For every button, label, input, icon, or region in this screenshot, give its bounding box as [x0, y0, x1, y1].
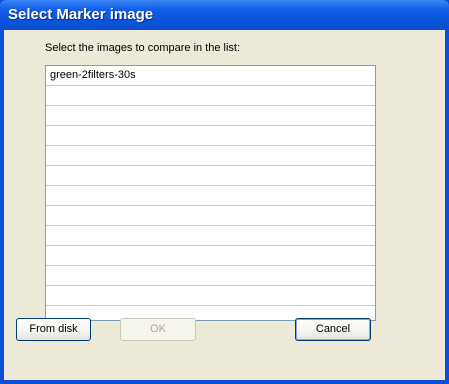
list-item[interactable]	[46, 246, 375, 266]
list-item[interactable]	[46, 226, 375, 246]
cancel-button[interactable]: Cancel	[295, 318, 371, 341]
list-item[interactable]: green-2filters-30s	[46, 66, 375, 86]
from-disk-button[interactable]: From disk	[16, 318, 91, 341]
window-title: Select Marker image	[8, 6, 154, 23]
list-item[interactable]	[46, 166, 375, 186]
list-item[interactable]	[46, 146, 375, 166]
dialog-client-area: Select the images to compare in the list…	[4, 30, 445, 380]
instruction-label: Select the images to compare in the list…	[45, 42, 241, 54]
list-item[interactable]	[46, 206, 375, 226]
list-item[interactable]	[46, 86, 375, 106]
list-item[interactable]	[46, 106, 375, 126]
ok-button[interactable]: OK	[120, 318, 196, 341]
list-item[interactable]	[46, 266, 375, 286]
select-marker-image-dialog: Select Marker image Select the images to…	[0, 0, 449, 384]
list-item[interactable]	[46, 186, 375, 206]
list-item[interactable]	[46, 286, 375, 306]
list-item[interactable]	[46, 126, 375, 146]
image-list[interactable]: green-2filters-30s	[45, 65, 376, 321]
title-bar[interactable]: Select Marker image	[0, 0, 449, 30]
